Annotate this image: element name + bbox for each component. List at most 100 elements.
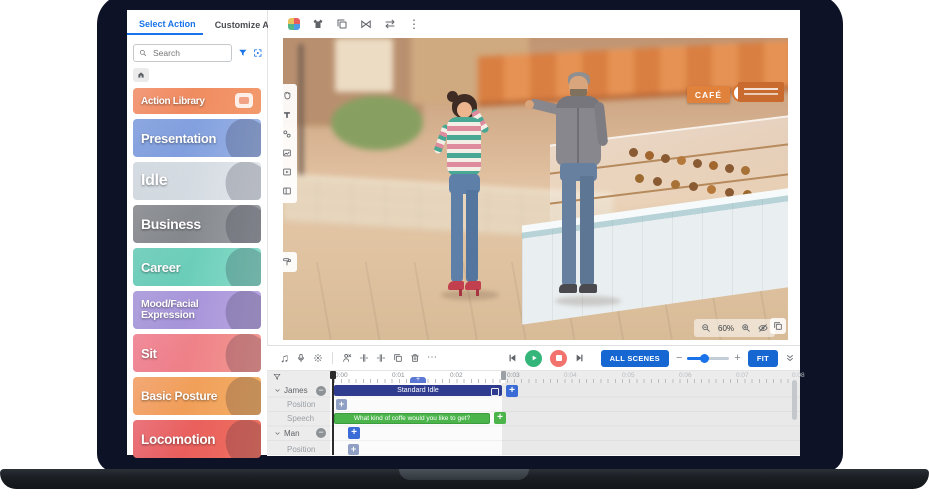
slider-minus-icon[interactable]: − (676, 353, 682, 364)
category-career[interactable]: Career (133, 248, 261, 286)
fit-button[interactable]: FIT (748, 350, 778, 367)
character-icon (288, 18, 300, 30)
slider-plus-icon[interactable]: + (734, 353, 740, 364)
props-tool-icon[interactable] (282, 129, 292, 139)
add-action-button[interactable]: + (506, 385, 518, 397)
microphone-icon[interactable] (296, 353, 306, 363)
effects-icon[interactable] (313, 353, 323, 363)
flip-button[interactable]: ⋈ (358, 16, 374, 32)
add-position-button[interactable]: + (336, 399, 347, 410)
collapse-timeline-icon[interactable] (785, 353, 795, 363)
woman-red-heel (465, 281, 481, 290)
category-sit[interactable]: Sit (133, 334, 261, 372)
action-category-list: Action Library Presentation Idle Busines… (133, 88, 261, 458)
scene-end-marker[interactable] (501, 371, 506, 380)
copy-icon (336, 18, 348, 30)
character-man[interactable] (539, 72, 625, 312)
canvas-right-strip (788, 10, 800, 345)
duplicate-character-button[interactable] (334, 16, 350, 32)
category-locomotion[interactable]: Locomotion (133, 420, 261, 458)
woman-red-heel (448, 281, 464, 290)
playback-controls (507, 346, 585, 370)
track-man-position[interactable]: Position (287, 445, 315, 454)
man-visibility-button[interactable]: − (316, 428, 326, 438)
search-input[interactable] (133, 44, 232, 62)
image-tool-icon[interactable] (282, 148, 292, 158)
play-icon (530, 354, 538, 362)
clip-speech[interactable]: What kind of coffe would you like to get… (334, 413, 490, 424)
track-filter-icon[interactable] (273, 373, 281, 381)
cafe-secondary-sign (738, 82, 784, 102)
chevron-down-icon (274, 430, 281, 437)
duplicate-scene-button[interactable] (770, 318, 786, 334)
character-woman[interactable] (433, 94, 497, 306)
flip-icon: ⋈ (360, 18, 372, 30)
timeline-zoom-slider[interactable]: − + (676, 353, 741, 364)
category-business[interactable]: Business (133, 205, 261, 243)
background-roller-icon[interactable] (282, 257, 292, 267)
music-icon[interactable]: ♫ (280, 352, 289, 364)
james-visibility-button[interactable]: − (316, 386, 326, 396)
zoom-out-icon[interactable] (701, 323, 711, 333)
sidebar-tabs: Select Action Customize Action (127, 12, 267, 36)
timeline-scrollbar[interactable] (792, 380, 797, 420)
stop-button[interactable] (550, 350, 567, 367)
laptop-groove (399, 469, 529, 480)
category-basic-posture[interactable]: Basic Posture (133, 377, 261, 415)
outfit-button[interactable] (310, 16, 326, 32)
pastries (629, 148, 638, 157)
more-options-button[interactable]: ⋮ (406, 16, 422, 32)
delete-icon[interactable] (410, 353, 420, 363)
clip-standard-idle[interactable]: Standard Idle (334, 385, 502, 396)
focus-character-icon[interactable] (253, 48, 263, 58)
scene-canvas[interactable]: CAFÉ (283, 38, 788, 340)
scene-background-rail (277, 252, 297, 272)
library-icon (235, 93, 253, 108)
slider-handle[interactable] (700, 354, 709, 363)
search-field[interactable] (151, 47, 215, 59)
split-right-icon[interactable] (376, 353, 386, 363)
remove-actor-icon[interactable] (342, 353, 352, 363)
all-scenes-button[interactable]: ALL SCENES (601, 350, 669, 367)
play-button[interactable] (525, 350, 542, 367)
home-button[interactable] (133, 68, 149, 82)
add-speech-button[interactable]: + (494, 412, 506, 424)
playhead[interactable] (332, 371, 334, 455)
category-idle[interactable]: Idle (133, 162, 261, 200)
stop-icon (556, 355, 562, 361)
home-icon (137, 71, 145, 79)
character-color-button[interactable] (286, 16, 302, 32)
hide-ui-icon[interactable] (758, 323, 768, 333)
duplicate-clip-icon[interactable] (393, 353, 403, 363)
swap-button[interactable]: ⇄ (382, 16, 398, 32)
category-mood-facial-expression[interactable]: Mood/Facial Expression (133, 291, 261, 329)
track-filter (267, 371, 330, 383)
track-james-position[interactable]: Position (287, 400, 315, 409)
grab-tool-icon[interactable] (282, 91, 292, 101)
video-tool-icon[interactable] (282, 167, 292, 177)
add-man-action-button[interactable]: + (348, 427, 360, 439)
track-james[interactable]: James (274, 386, 308, 395)
track-james-speech[interactable]: Speech (287, 414, 314, 423)
scene-tool-rail (277, 84, 297, 203)
chevron-down-icon (274, 387, 281, 394)
tab-select-action[interactable]: Select Action (127, 14, 203, 35)
clip-settings-icon[interactable] (491, 388, 499, 396)
timeline-tracks: James − Standard Idle + Position + Speec… (267, 383, 800, 455)
skip-end-icon[interactable] (575, 353, 585, 363)
shirt-icon (312, 18, 324, 30)
add-man-position-button[interactable]: + (348, 444, 359, 455)
category-action-library[interactable]: Action Library (133, 88, 261, 114)
skip-start-icon[interactable] (507, 353, 517, 363)
swap-icon: ⇄ (385, 18, 395, 30)
panel-tool-icon[interactable] (282, 186, 292, 196)
text-tool-icon[interactable] (282, 110, 292, 120)
more-timeline-icon[interactable]: ⋯ (427, 353, 437, 363)
filter-icon[interactable] (238, 48, 248, 58)
zoom-in-icon[interactable] (741, 323, 751, 333)
search-icon (139, 49, 147, 57)
category-presentation[interactable]: Presentation (133, 119, 261, 157)
split-left-icon[interactable] (359, 353, 369, 363)
track-man[interactable]: Man (274, 429, 300, 438)
search-row (133, 44, 263, 62)
